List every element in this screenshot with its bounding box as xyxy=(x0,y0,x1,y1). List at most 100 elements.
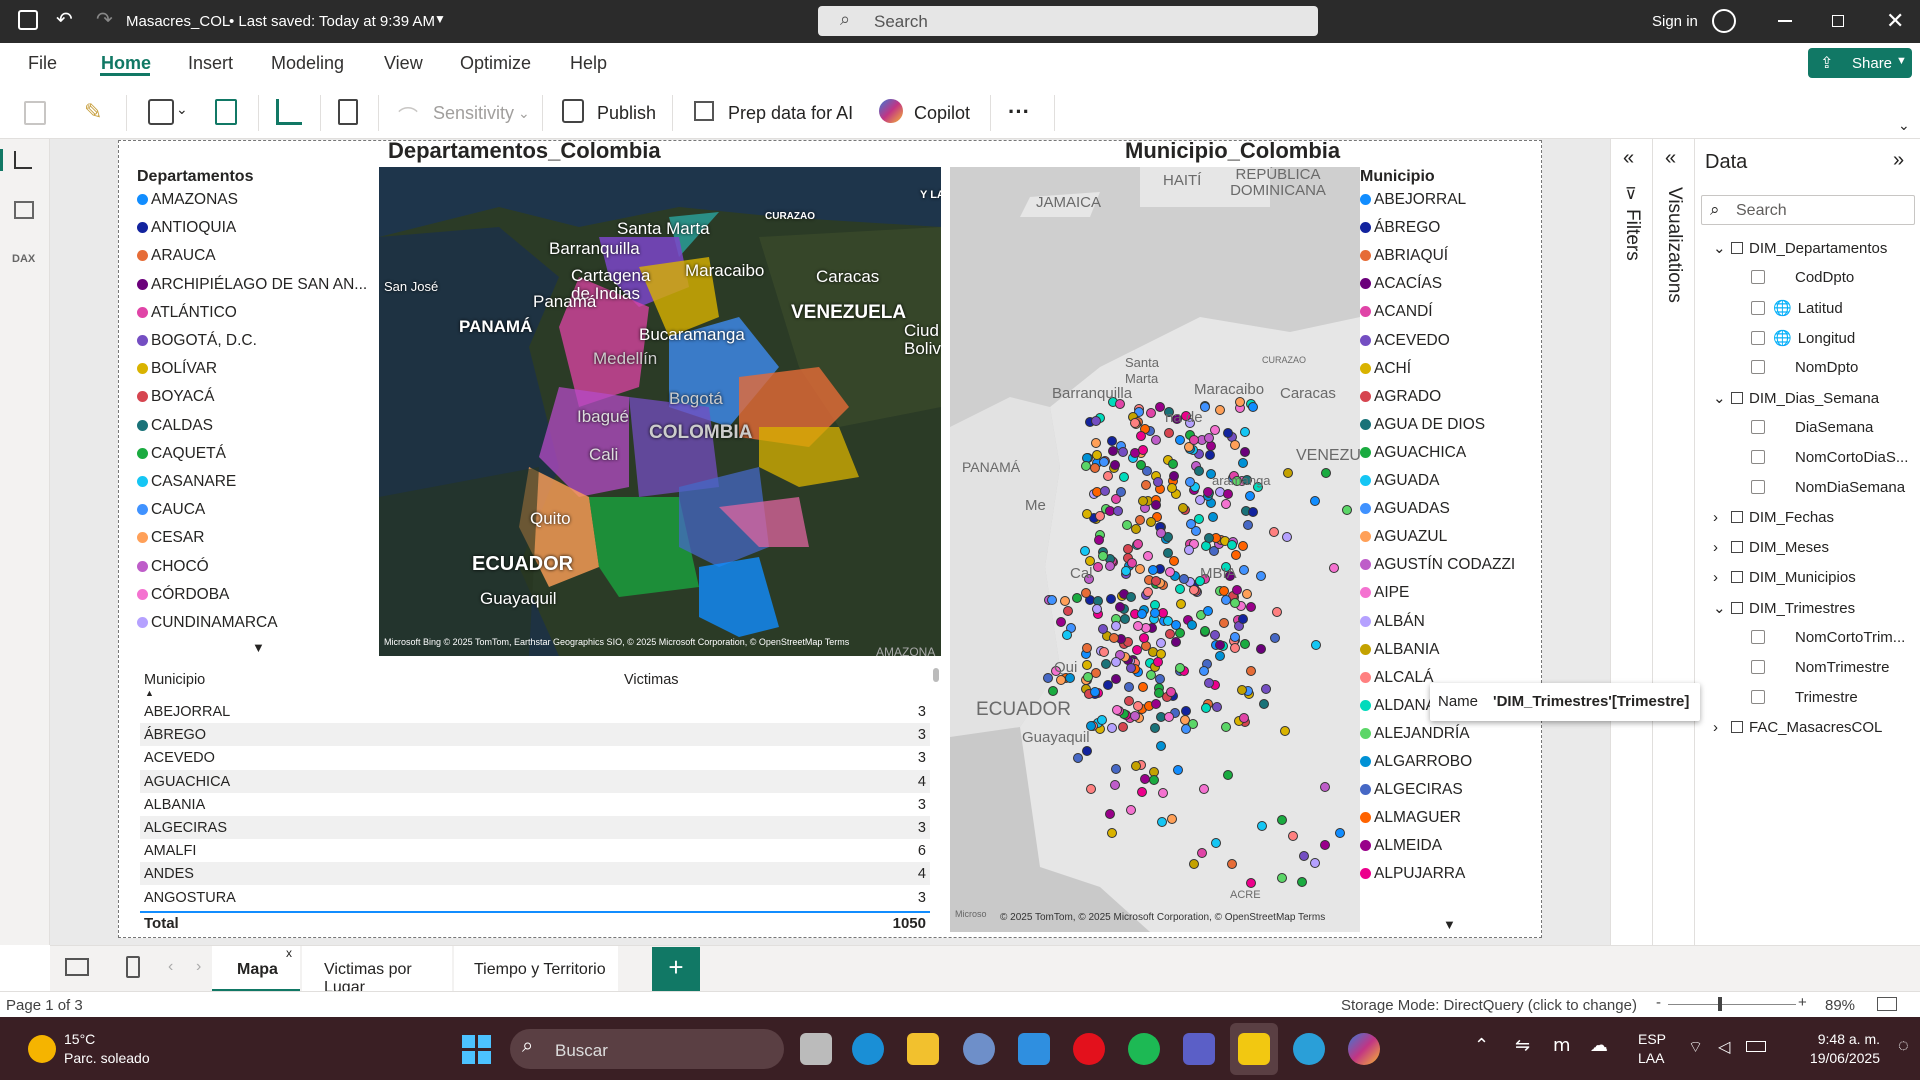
minimize-icon[interactable] xyxy=(1778,20,1792,22)
map-point[interactable] xyxy=(1119,471,1130,482)
map-point[interactable] xyxy=(1168,470,1179,481)
map-point[interactable] xyxy=(1280,725,1291,736)
dept-legend-item[interactable]: CESAR xyxy=(137,529,204,547)
map-point[interactable] xyxy=(1085,783,1096,794)
map-point[interactable] xyxy=(1237,457,1248,468)
zoom-out-button[interactable]: - xyxy=(1656,994,1661,1011)
mun-legend-item[interactable]: ACHÍ xyxy=(1360,360,1411,378)
map-point[interactable] xyxy=(1114,601,1125,612)
visualizations-pane[interactable]: « Visualizations xyxy=(1652,139,1694,945)
map-point[interactable] xyxy=(1256,571,1267,582)
chevron-down-icon[interactable]: ⌄ xyxy=(1898,117,1910,134)
mun-legend-item[interactable]: ACACÍAS xyxy=(1360,275,1442,293)
field-checkbox[interactable] xyxy=(1751,660,1765,674)
map-point[interactable] xyxy=(1091,603,1102,614)
spotify-icon[interactable] xyxy=(1128,1033,1160,1065)
map-point[interactable] xyxy=(1136,787,1147,798)
map-point[interactable] xyxy=(1123,543,1134,554)
map-point[interactable] xyxy=(1111,764,1122,774)
map-point[interactable] xyxy=(1101,658,1112,669)
onedrive-icon[interactable]: ☁ xyxy=(1590,1035,1608,1056)
save-icon[interactable] xyxy=(18,10,38,30)
table-row[interactable]: AGUACHICA 4 xyxy=(140,769,930,793)
map-point[interactable] xyxy=(1222,428,1233,438)
filters-pane[interactable]: « ⊽ Filters xyxy=(1610,139,1652,945)
map-point[interactable] xyxy=(1297,877,1308,888)
map-point[interactable] xyxy=(1100,486,1111,496)
map-point[interactable] xyxy=(1197,848,1208,859)
map-point[interactable] xyxy=(1229,632,1240,643)
map-point[interactable] xyxy=(1082,746,1093,757)
field-node[interactable]: DiaSemana xyxy=(1751,419,1873,436)
format-painter-icon[interactable]: ✎ xyxy=(84,99,102,125)
table-view-icon[interactable] xyxy=(14,201,34,219)
taskbar-search[interactable]: ⌕ Buscar xyxy=(510,1029,784,1069)
map-point[interactable] xyxy=(1232,584,1242,595)
map-point[interactable] xyxy=(1111,620,1122,631)
table-row[interactable]: ALBANIA 3 xyxy=(140,792,930,816)
map-point[interactable] xyxy=(1320,840,1331,851)
map-point[interactable] xyxy=(1203,532,1214,543)
prev-page-icon[interactable]: ‹ xyxy=(168,958,173,976)
task-view-icon[interactable] xyxy=(800,1033,832,1065)
map-point[interactable] xyxy=(1164,567,1175,578)
map-point[interactable] xyxy=(1277,815,1288,826)
battery-icon[interactable] xyxy=(1746,1041,1766,1052)
field-node[interactable]: NomCortoTrim... xyxy=(1751,629,1905,646)
mun-legend-item[interactable]: ACEVEDO xyxy=(1360,332,1450,350)
field-checkbox[interactable] xyxy=(1751,480,1765,494)
map-point[interactable] xyxy=(1150,699,1161,710)
map-point[interactable] xyxy=(1288,831,1299,842)
map-point[interactable] xyxy=(1242,520,1253,531)
map-point[interactable] xyxy=(1055,674,1066,685)
map-point[interactable] xyxy=(1156,637,1167,648)
map-point[interactable] xyxy=(1109,779,1120,790)
table-scrollbar[interactable] xyxy=(933,668,939,682)
field-node[interactable]: NomDiaSemana xyxy=(1751,479,1905,496)
map-point[interactable] xyxy=(1148,565,1159,576)
map-point[interactable] xyxy=(1341,505,1352,516)
map-point[interactable] xyxy=(1221,498,1232,509)
map-point[interactable] xyxy=(1188,584,1199,595)
map-point[interactable] xyxy=(1136,609,1147,620)
map-point[interactable] xyxy=(1186,619,1197,630)
maximize-icon[interactable] xyxy=(1832,15,1844,27)
map-point[interactable] xyxy=(1105,560,1116,571)
map-point[interactable] xyxy=(1106,594,1117,605)
map-point[interactable] xyxy=(1124,682,1135,693)
map-point[interactable] xyxy=(1116,486,1127,497)
map-point[interactable] xyxy=(1063,605,1074,616)
menu-optimize[interactable]: Optimize xyxy=(460,53,531,74)
map-point[interactable] xyxy=(1048,686,1058,697)
mun-legend-item[interactable]: ALEJANDRÍA xyxy=(1360,725,1470,743)
map-point[interactable] xyxy=(1166,813,1177,824)
dept-legend-item[interactable]: CASANARE xyxy=(137,473,236,491)
dept-legend-item[interactable]: ATLÁNTICO xyxy=(137,304,237,322)
mun-legend-item[interactable]: AGUADA xyxy=(1360,472,1439,490)
map-point[interactable] xyxy=(1129,710,1140,721)
map-point[interactable] xyxy=(1246,602,1257,613)
calculator-icon[interactable] xyxy=(338,99,358,125)
map-point[interactable] xyxy=(1214,405,1225,416)
dept-legend-item[interactable]: CÓRDOBA xyxy=(137,586,229,604)
language-code[interactable]: ESP xyxy=(1638,1031,1666,1047)
map-point[interactable] xyxy=(1096,714,1107,725)
expand-icon[interactable]: » xyxy=(1893,149,1904,172)
map-point[interactable] xyxy=(1174,584,1185,595)
map-point[interactable] xyxy=(1125,805,1136,816)
map-point[interactable] xyxy=(1110,460,1121,471)
mun-legend-item[interactable]: ALGARROBO xyxy=(1360,753,1472,771)
table-node[interactable]: ⌄ DIM_Dias_Semana xyxy=(1713,389,1879,407)
map-point[interactable] xyxy=(1241,588,1252,599)
prep-data-icon[interactable] xyxy=(694,101,714,121)
legend-scroll-down-icon[interactable]: ▼ xyxy=(252,640,265,655)
mun-legend-item[interactable]: ALBÁN xyxy=(1360,613,1425,631)
map-point[interactable] xyxy=(1108,445,1119,456)
refresh-icon[interactable] xyxy=(215,99,237,125)
map-point[interactable] xyxy=(1137,681,1148,692)
map-point[interactable] xyxy=(1126,592,1137,603)
map-point[interactable] xyxy=(1153,657,1164,668)
map-point[interactable] xyxy=(1149,775,1160,786)
field-node[interactable]: NomTrimestre xyxy=(1751,659,1889,676)
map-point[interactable] xyxy=(1080,545,1090,556)
